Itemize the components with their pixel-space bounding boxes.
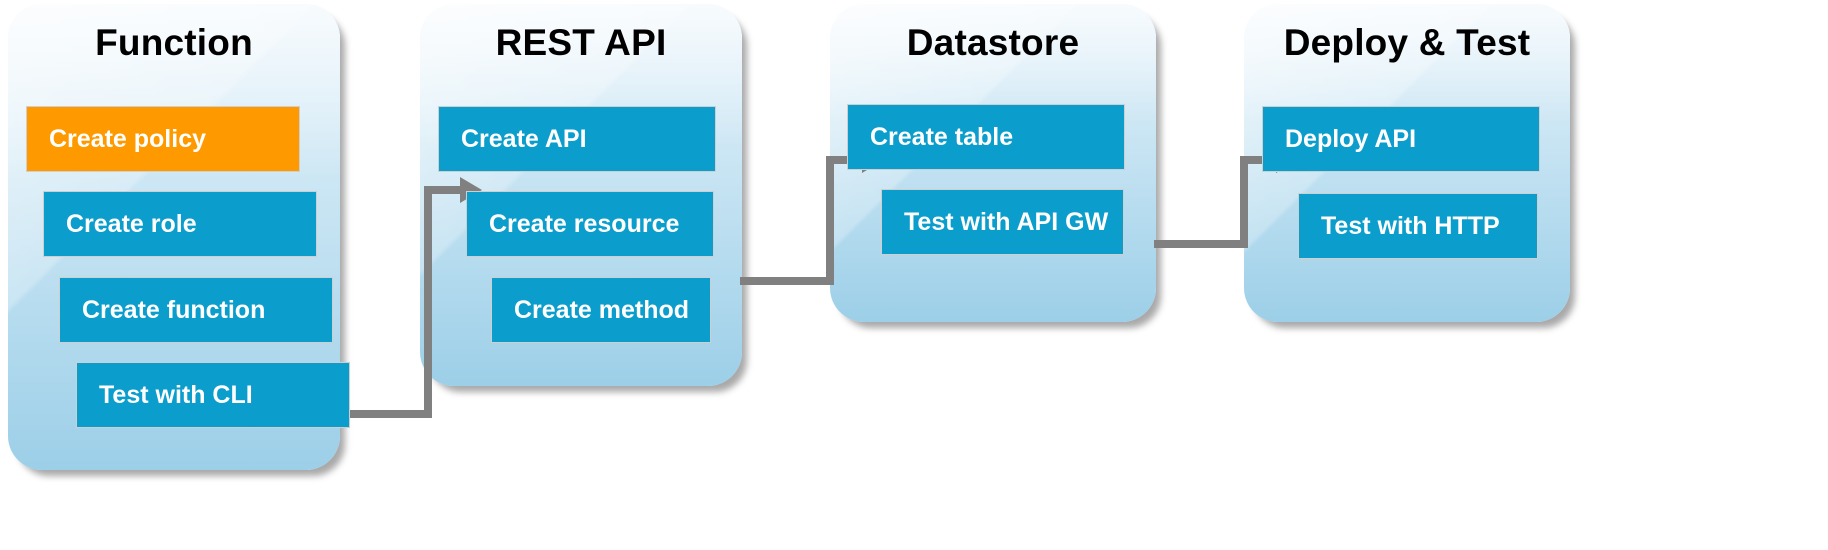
step-test-with-http[interactable]: Test with HTTP [1298, 193, 1538, 259]
step-label: Test with HTTP [1321, 211, 1500, 240]
connector-datastore-to-deploy-test-vertical [1240, 156, 1248, 248]
step-label: Test with CLI [99, 380, 253, 409]
step-deploy-api[interactable]: Deploy API [1262, 106, 1540, 172]
step-create-table[interactable]: Create table [847, 104, 1125, 170]
diagram-canvas: Function Create policy Create role Creat… [0, 0, 1828, 550]
connector-rest-api-to-datastore-horizontal [740, 277, 834, 285]
step-create-resource[interactable]: Create resource [466, 191, 714, 257]
step-label: Create table [870, 122, 1014, 151]
step-create-policy[interactable]: Create policy [26, 106, 300, 172]
step-create-role[interactable]: Create role [43, 191, 317, 257]
connector-function-to-rest-api-vertical [424, 186, 432, 418]
panel-title-function: Function [95, 22, 253, 63]
step-create-function[interactable]: Create function [59, 277, 333, 343]
connector-rest-api-to-datastore-vertical [826, 156, 834, 285]
connector-datastore-to-deploy-test-horizontal [1154, 240, 1248, 248]
step-create-method[interactable]: Create method [491, 277, 711, 343]
connector-function-to-rest-api-tip [424, 186, 464, 194]
step-label: Deploy API [1285, 124, 1417, 153]
panel-title-deploy-test: Deploy & Test [1283, 22, 1531, 63]
step-create-api[interactable]: Create API [438, 106, 716, 172]
panel-title-datastore: Datastore [906, 22, 1080, 63]
step-label: Create resource [489, 209, 680, 238]
step-test-with-api-gw[interactable]: Test with API GW [881, 189, 1124, 255]
step-label: Create function [82, 295, 266, 324]
step-test-with-cli[interactable]: Test with CLI [76, 362, 350, 428]
step-label: Create role [66, 209, 197, 238]
step-label: Create method [514, 295, 690, 324]
step-label: Test with API GW [904, 207, 1109, 236]
step-label: Create API [461, 124, 587, 153]
step-label: Create policy [49, 124, 207, 153]
panel-title-rest-api: REST API [495, 22, 667, 63]
connector-function-to-rest-api-horizontal [338, 410, 432, 418]
